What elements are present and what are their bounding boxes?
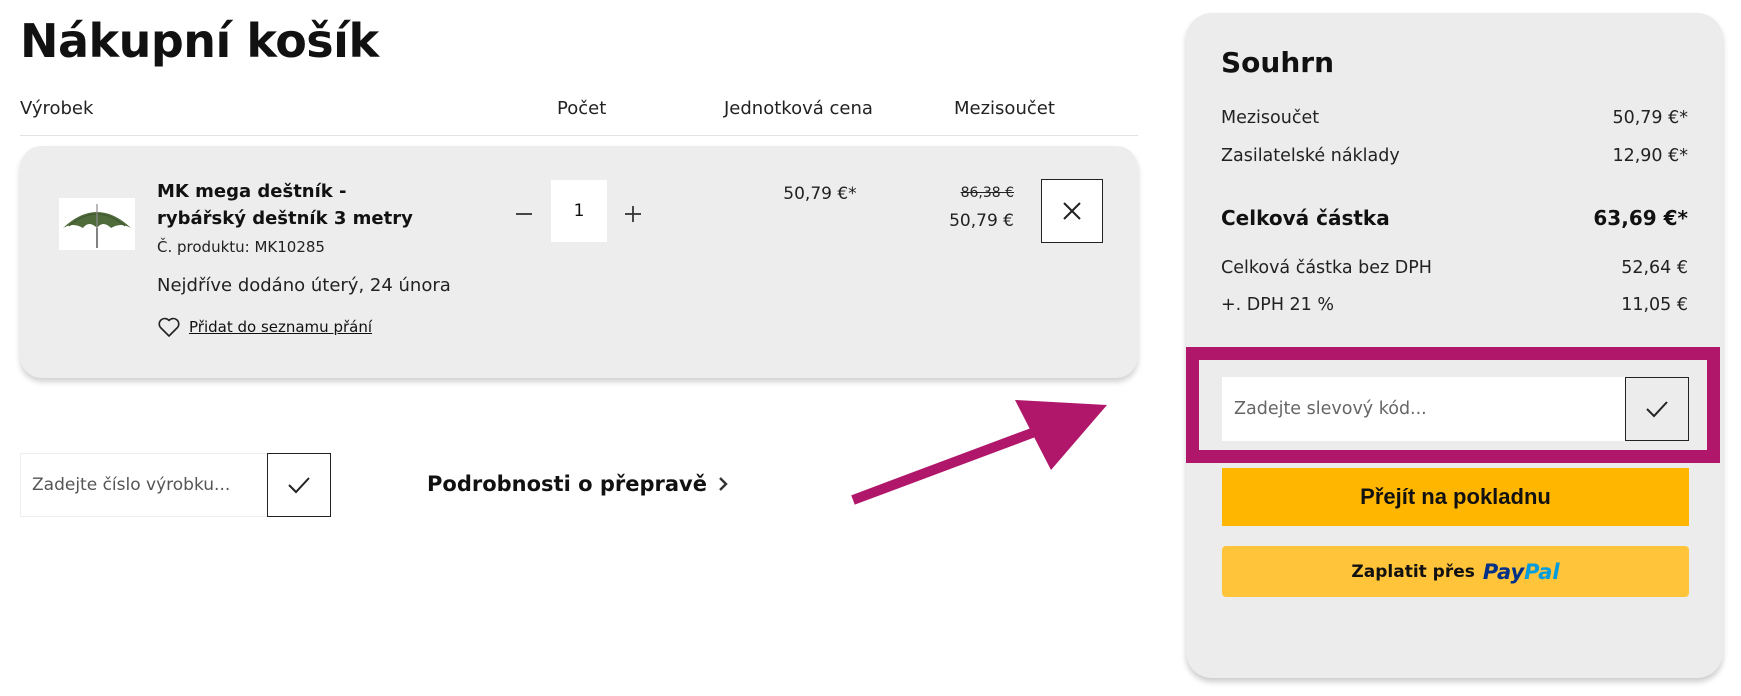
unit-price: 50,79 €* bbox=[783, 184, 857, 204]
quantity-increase-button[interactable] bbox=[619, 200, 647, 228]
remove-item-button[interactable] bbox=[1041, 179, 1103, 243]
column-header-product: Výrobek bbox=[20, 98, 94, 119]
header-divider bbox=[20, 135, 1138, 136]
umbrella-image bbox=[59, 198, 135, 250]
plus-icon bbox=[625, 206, 641, 222]
wishlist-label: Přidat do seznamu přání bbox=[189, 318, 373, 336]
product-number-input[interactable] bbox=[20, 453, 268, 517]
product-name[interactable]: MK mega deštník - rybářský deštník 3 met… bbox=[157, 178, 417, 232]
summary-title: Souhrn bbox=[1221, 46, 1335, 79]
quantity-decrease-button[interactable] bbox=[510, 200, 538, 228]
annotation-arrow-icon bbox=[851, 400, 1107, 505]
paypal-logo: PayPal bbox=[1483, 560, 1560, 584]
add-product-submit-button[interactable] bbox=[267, 453, 331, 517]
add-to-wishlist-link[interactable]: Přidat do seznamu přání bbox=[157, 316, 372, 338]
minus-icon bbox=[516, 213, 532, 215]
checkout-button[interactable]: Přejít na pokladnu bbox=[1222, 468, 1689, 526]
close-icon bbox=[1063, 202, 1081, 220]
column-header-quantity: Počet bbox=[557, 98, 607, 119]
heart-icon bbox=[158, 317, 180, 337]
summary-total-value: 63,69 €* bbox=[1593, 206, 1688, 230]
chevron-right-icon bbox=[719, 477, 728, 491]
column-header-unit-price: Jednotková cena bbox=[724, 98, 873, 119]
summary-shipping-label: Zasilatelské náklady bbox=[1221, 146, 1400, 166]
summary-vat-value: 11,05 € bbox=[1621, 295, 1688, 315]
quantity-input[interactable]: 1 bbox=[551, 180, 607, 242]
original-price: 86,38 € bbox=[960, 185, 1014, 201]
summary-subtotal-value: 50,79 €* bbox=[1612, 108, 1688, 128]
summary-vat-label: +. DPH 21 % bbox=[1221, 295, 1334, 315]
paypal-prefix-label: Zaplatit přes bbox=[1351, 561, 1475, 582]
product-thumbnail[interactable] bbox=[59, 198, 135, 250]
item-subtotal: 50,79 € bbox=[949, 211, 1014, 231]
summary-net-value: 52,64 € bbox=[1621, 258, 1688, 278]
annotation-highlight-box bbox=[1186, 347, 1720, 463]
summary-net-label: Celková částka bez DPH bbox=[1221, 258, 1432, 278]
shipping-details-label: Podrobnosti o přepravě bbox=[427, 472, 707, 496]
shipping-details-link[interactable]: Podrobnosti o přepravě bbox=[427, 472, 729, 496]
delivery-estimate: Nejdříve dodáno úterý, 24 února bbox=[157, 275, 451, 296]
column-header-subtotal: Mezisoučet bbox=[954, 98, 1055, 119]
summary-total-label: Celková částka bbox=[1221, 206, 1390, 230]
page-title: Nákupní košík bbox=[20, 14, 379, 68]
product-number: Č. produktu: MK10285 bbox=[157, 238, 325, 256]
checkmark-icon bbox=[288, 477, 310, 494]
paypal-logo-part1: Pay bbox=[1482, 559, 1525, 584]
summary-shipping-value: 12,90 €* bbox=[1612, 146, 1688, 166]
summary-subtotal-label: Mezisoučet bbox=[1221, 108, 1320, 128]
paypal-button[interactable]: Zaplatit přes PayPal bbox=[1222, 546, 1689, 597]
paypal-logo-part2: Pal bbox=[1524, 559, 1560, 584]
